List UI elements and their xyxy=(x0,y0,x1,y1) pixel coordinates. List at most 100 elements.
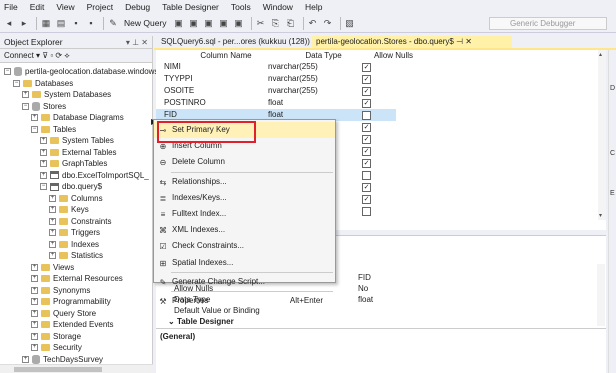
tree-node[interactable]: + System Databases xyxy=(22,89,111,100)
menu-edit[interactable]: Edit xyxy=(30,2,45,12)
menu-item-check-constraints[interactable]: ☑ Check Constraints... xyxy=(154,238,335,254)
solution-explorer-icon[interactable]: ▧ xyxy=(344,17,356,29)
allow-nulls-checkbox[interactable]: ✓ xyxy=(362,63,371,72)
rail-tab[interactable]: D xyxy=(610,85,615,92)
expand-icon[interactable]: + xyxy=(22,355,29,363)
menu-item-fulltext-index[interactable]: ≡ Fulltext Index... xyxy=(154,206,335,222)
expand-icon[interactable]: + xyxy=(31,286,38,294)
menu-item-properties[interactable]: ⚒ Properties Alt+Enter xyxy=(154,293,335,309)
data-type-cell[interactable]: nvarchar(255) xyxy=(264,73,318,85)
open-file-icon[interactable]: ▤ xyxy=(55,17,67,29)
column-name-cell[interactable]: OSOITE xyxy=(160,85,194,97)
rail-tab[interactable]: E xyxy=(610,190,615,197)
allow-nulls-checkbox[interactable] xyxy=(362,207,371,216)
menu-file[interactable]: File xyxy=(4,2,18,12)
property-value[interactable]: float xyxy=(358,294,373,305)
collapse-icon[interactable]: − xyxy=(13,79,20,87)
cut-icon[interactable]: ✂ xyxy=(255,17,267,29)
menu-item-delete-column[interactable]: ⊖ Delete Column xyxy=(154,154,335,170)
tree-node[interactable]: + Security xyxy=(31,342,82,353)
expand-icon[interactable]: + xyxy=(40,160,47,167)
tree-node[interactable]: + Programmability xyxy=(31,296,111,307)
tree-node[interactable]: − dbo.query$ xyxy=(40,181,102,192)
menu-window[interactable]: Window xyxy=(263,2,293,12)
copy-icon[interactable]: ⎘ xyxy=(270,17,282,29)
tree-node[interactable]: + Storage xyxy=(31,331,81,342)
menu-item-spatial-indexes[interactable]: ⊞ Spatial Indexes... xyxy=(154,255,335,271)
column-name-cell[interactable]: POSTINRO xyxy=(160,97,206,109)
expand-icon[interactable]: + xyxy=(49,217,56,225)
menu-item-indexes-keys[interactable]: ≣ Indexes/Keys... xyxy=(154,190,335,206)
tree-node[interactable]: + Keys xyxy=(49,204,89,215)
tree-node[interactable]: + Query Store xyxy=(31,308,96,319)
collapse-icon[interactable]: − xyxy=(4,68,11,75)
table-row[interactable]: OSOITE nvarchar(255) ✓ xyxy=(156,85,396,97)
property-value[interactable]: No xyxy=(358,283,368,294)
paste-icon[interactable]: ⎗ xyxy=(285,17,297,29)
allow-nulls-checkbox[interactable]: ✓ xyxy=(362,195,371,204)
expand-icon[interactable]: + xyxy=(31,344,38,351)
forward-icon[interactable]: ▸ xyxy=(18,17,30,29)
expand-icon[interactable]: + xyxy=(22,91,29,98)
tree-node[interactable]: + Statistics xyxy=(49,250,103,261)
properties-scrollbar[interactable] xyxy=(597,264,605,326)
collapse-icon[interactable]: ⌄ xyxy=(168,317,177,326)
vertical-scrollbar[interactable]: ▴ ▾ xyxy=(598,50,606,220)
table-row[interactable]: NIMI nvarchar(255) ✓ xyxy=(156,61,396,73)
tree-node[interactable]: + External Resources xyxy=(31,273,123,284)
allow-nulls-checkbox[interactable]: ✓ xyxy=(362,159,371,168)
mdx-query-icon[interactable]: ▣ xyxy=(188,17,200,29)
expand-icon[interactable]: + xyxy=(40,137,47,144)
scrollbar-thumb[interactable] xyxy=(14,367,102,372)
save-all-icon[interactable]: ▪ xyxy=(85,17,97,29)
tree-node[interactable]: + Columns xyxy=(49,193,103,204)
expand-icon[interactable]: + xyxy=(40,148,47,156)
expand-icon[interactable]: + xyxy=(31,114,38,121)
tree-node[interactable]: + dbo.ExcelToImportSQL_ xyxy=(40,170,149,181)
property-row[interactable]: ⌄ Table Designer xyxy=(168,316,588,327)
expand-icon[interactable]: + xyxy=(49,206,56,213)
expand-icon[interactable]: + xyxy=(49,229,56,236)
tab-table-designer[interactable]: pertila-geolocation.Stores - dbo.query$ … xyxy=(312,36,512,48)
collapse-icon[interactable]: − xyxy=(40,183,47,190)
pin-icon[interactable]: ▾ ⊥ ✕ xyxy=(126,36,148,49)
scroll-down-icon[interactable]: ▾ xyxy=(599,212,602,219)
data-type-cell[interactable]: nvarchar(255) xyxy=(264,61,318,73)
tab-sqlquery6[interactable]: SQLQuery6.sql - per...ores (kukkuu (128)… xyxy=(157,36,310,48)
data-type-cell[interactable]: float xyxy=(264,97,283,109)
connect-button[interactable]: Connect xyxy=(4,51,34,60)
allow-nulls-checkbox[interactable]: ✓ xyxy=(362,183,371,192)
tree-node[interactable]: + Extended Events xyxy=(31,319,113,330)
new-query-icon[interactable]: ✎ xyxy=(107,17,119,29)
horizontal-scrollbar[interactable] xyxy=(0,364,153,373)
menu-project[interactable]: Project xyxy=(87,2,113,12)
table-row[interactable]: TYYPPI nvarchar(255) ✓ xyxy=(156,73,396,85)
tree-node[interactable]: + System Tables xyxy=(40,135,114,146)
allow-nulls-checkbox[interactable]: ✓ xyxy=(362,123,371,132)
xmla-query-icon[interactable]: ▣ xyxy=(218,17,230,29)
expand-icon[interactable]: + xyxy=(31,263,38,271)
tree-node[interactable]: + Views xyxy=(31,262,74,273)
column-name-cell[interactable]: NIMI xyxy=(160,61,181,73)
tree-node[interactable]: + Database Diagrams xyxy=(31,112,124,123)
save-icon[interactable]: ▪ xyxy=(70,17,82,29)
expand-icon[interactable]: + xyxy=(31,298,38,305)
tree-node[interactable]: + GraphTables xyxy=(40,158,107,169)
expand-icon[interactable]: + xyxy=(31,321,38,328)
tree-node[interactable]: + Indexes xyxy=(49,239,99,250)
tree-node[interactable]: + Synonyms xyxy=(31,285,90,296)
dmx-query-icon[interactable]: ▣ xyxy=(203,17,215,29)
tree-node[interactable]: − Stores xyxy=(22,101,66,112)
tree-node[interactable]: − pertila-geolocation.database.windows. xyxy=(4,66,161,77)
tree-node[interactable]: + TechDaysSurvey xyxy=(22,354,103,365)
pin-tab-icon[interactable]: ⊣ xyxy=(456,37,465,46)
expand-icon[interactable]: + xyxy=(40,171,47,179)
debugger-dropdown[interactable]: Generic Debugger xyxy=(489,17,607,30)
allow-nulls-checkbox[interactable]: ✓ xyxy=(362,135,371,144)
collapse-icon[interactable]: − xyxy=(22,102,29,110)
new-project-icon[interactable]: ▦ xyxy=(40,17,52,29)
expand-icon[interactable]: + xyxy=(49,240,56,248)
allow-nulls-checkbox[interactable]: ✓ xyxy=(362,75,371,84)
tree-node[interactable]: + Triggers xyxy=(49,227,100,238)
expand-icon[interactable]: + xyxy=(31,309,38,317)
